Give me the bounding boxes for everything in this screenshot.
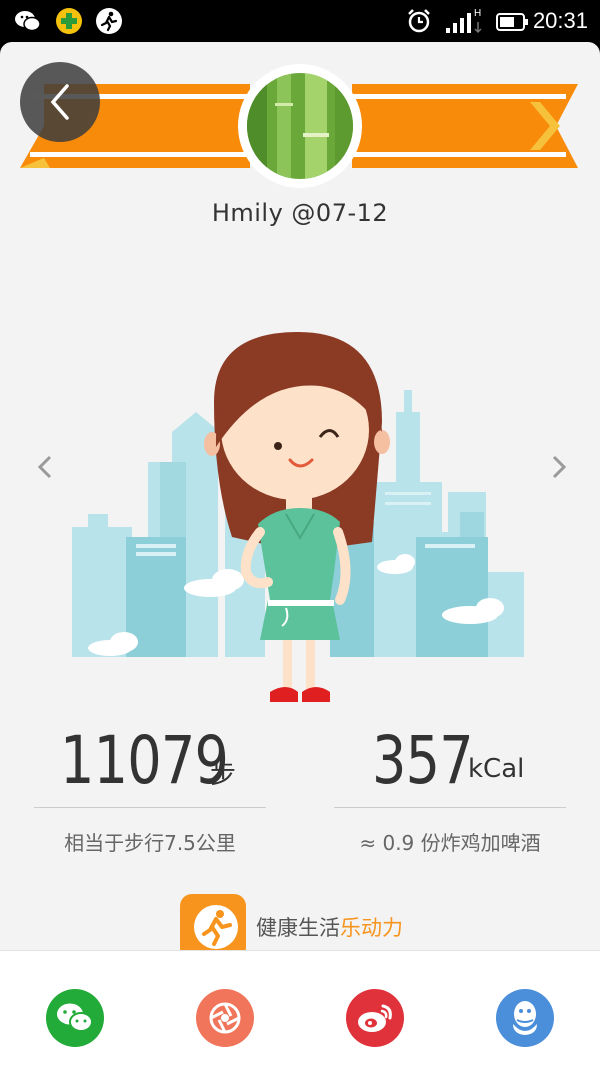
chevron-left-icon xyxy=(50,84,69,120)
next-arrow[interactable] xyxy=(544,447,574,487)
steps-unit: 步 xyxy=(210,760,237,790)
avatar[interactable] xyxy=(238,64,362,188)
prev-arrow[interactable] xyxy=(30,447,60,487)
svg-text:H: H xyxy=(474,8,481,19)
calories-equivalent: ≈ 0.9 份炸鸡加啤酒 xyxy=(359,831,541,855)
alarm-icon xyxy=(406,8,432,38)
main-sheet: Hmily @07-12 11079 步 相当于步行7.5公里 357 kCal… xyxy=(0,42,600,1067)
promo-text: 健康生活 xyxy=(256,916,340,940)
clock: 20:31 xyxy=(532,8,588,33)
city-girl-illustration xyxy=(72,332,524,702)
calories-divider xyxy=(334,807,566,808)
promo-brand: 乐动力 xyxy=(340,916,403,940)
battery-icon xyxy=(496,12,530,36)
steps-distance: 相当于步行7.5公里 xyxy=(64,831,236,855)
runner-icon xyxy=(96,8,122,34)
steps-divider xyxy=(34,807,266,808)
wechat-icon xyxy=(57,1003,93,1032)
chevron-right-icon xyxy=(552,455,567,479)
plus-app-icon xyxy=(56,8,82,34)
status-bar: H 20:31 xyxy=(0,0,600,42)
avatar-image xyxy=(247,73,353,179)
share-bar xyxy=(0,950,600,1067)
share-qq-button[interactable] xyxy=(496,989,554,1047)
chevron-left-icon xyxy=(37,455,52,479)
signal-icon: H xyxy=(444,6,488,40)
username-date: Hmily @07-12 xyxy=(211,199,389,227)
weibo-icon xyxy=(358,1004,392,1032)
moments-icon xyxy=(209,1002,241,1034)
back-button[interactable] xyxy=(20,62,100,142)
qq-icon xyxy=(513,1001,537,1035)
promo-slogan: 健康生活乐动力 xyxy=(256,912,403,942)
calories-unit: kCal xyxy=(468,754,525,784)
wechat-icon xyxy=(14,8,41,34)
calories-value: 357 xyxy=(372,722,474,799)
steps-value: 11079 xyxy=(60,722,229,799)
share-moments-button[interactable] xyxy=(196,989,254,1047)
share-wechat-button[interactable] xyxy=(46,989,104,1047)
share-weibo-button[interactable] xyxy=(346,989,404,1047)
